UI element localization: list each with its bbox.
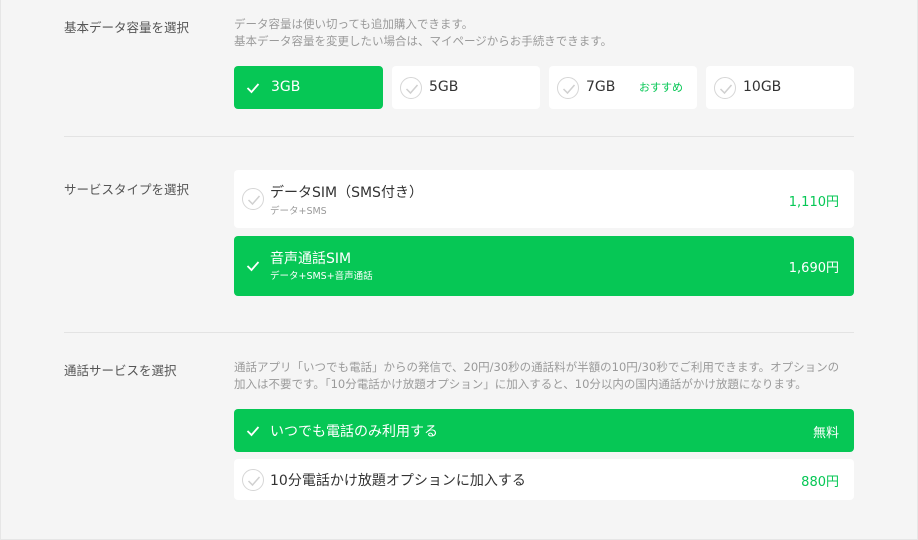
service-option-voice-sim[interactable]: 音声通話SIM データ+SMS+音声通話 1,690円 — [234, 236, 854, 296]
call-option-label: 10分電話かけ放題オプションに加入する — [270, 473, 526, 489]
capacity-option-label: 5GB — [429, 79, 459, 95]
check-icon — [242, 255, 264, 277]
section-divider — [64, 332, 854, 333]
call-service-note: 通話アプリ「いつでも電話」からの発信で、20円/30秒の通話料が半額の10円/3… — [234, 359, 858, 393]
data-capacity-label: 基本データ容量を選択 — [64, 20, 190, 35]
capacity-option-5gb[interactable]: 5GB — [392, 66, 540, 109]
capacity-option-3gb[interactable]: 3GB — [234, 66, 383, 109]
check-icon — [400, 77, 422, 99]
call-option-unlimited-10min[interactable]: 10分電話かけ放題オプションに加入する 880円 — [234, 459, 854, 500]
call-option-price: 880円 — [801, 475, 839, 490]
call-service-note-line2: 加入は不要です。「10分電話かけ放題オプション」に加入すると、10分以内の国内通… — [234, 377, 807, 391]
data-capacity-note-line1: データ容量は使い切っても追加購入できます。 — [234, 17, 474, 31]
section-divider — [64, 136, 854, 137]
service-option-sub: データ+SMS+音声通話 — [270, 271, 373, 282]
recommended-badge: おすすめ — [639, 81, 683, 94]
service-option-price: 1,110円 — [788, 195, 839, 210]
check-icon — [557, 77, 579, 99]
service-type-label: サービスタイプを選択 — [64, 182, 190, 197]
call-service-label: 通話サービスを選択 — [64, 363, 177, 378]
service-option-label: 音声通話SIM — [270, 251, 352, 267]
service-option-data-sim[interactable]: データSIM（SMS付き） データ+SMS 1,110円 — [234, 170, 854, 228]
data-capacity-note-line2: 基本データ容量を変更したい場合は、マイページからお手続きできます。 — [234, 34, 613, 48]
check-icon — [242, 188, 264, 210]
service-option-label: データSIM（SMS付き） — [270, 185, 423, 201]
call-option-app-only[interactable]: いつでも電話のみ利用する 無料 — [234, 409, 854, 452]
plan-selection-page: 基本データ容量を選択 データ容量は使い切っても追加購入できます。 基本データ容量… — [0, 0, 918, 540]
capacity-option-label: 10GB — [743, 79, 782, 95]
check-icon — [242, 420, 264, 442]
capacity-option-label: 7GB — [586, 79, 616, 95]
check-icon — [714, 77, 736, 99]
service-option-sub: データ+SMS — [270, 206, 327, 217]
call-service-note-line1: 通話アプリ「いつでも電話」からの発信で、20円/30秒の通話料が半額の10円/3… — [234, 360, 840, 374]
capacity-option-10gb[interactable]: 10GB — [706, 66, 854, 109]
data-capacity-note: データ容量は使い切っても追加購入できます。 基本データ容量を変更したい場合は、マ… — [234, 16, 612, 50]
capacity-option-label: 3GB — [271, 79, 301, 95]
service-option-price: 1,690円 — [788, 261, 839, 276]
capacity-option-7gb[interactable]: 7GB おすすめ — [549, 66, 697, 109]
call-option-price: 無料 — [812, 426, 839, 441]
check-icon — [242, 77, 264, 99]
call-option-label: いつでも電話のみ利用する — [270, 424, 438, 440]
check-icon — [242, 469, 264, 491]
